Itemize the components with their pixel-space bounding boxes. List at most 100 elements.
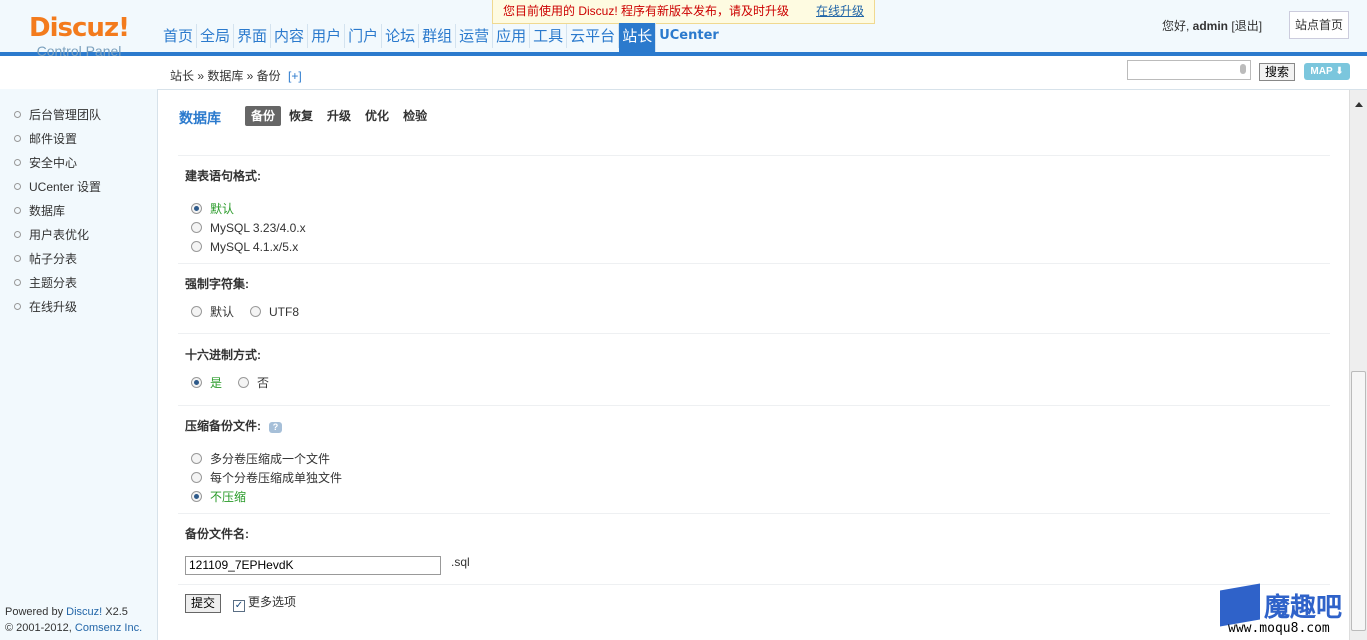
option-label: MySQL 3.23/4.0.x [210,221,306,235]
filename-input[interactable]: 121109_7EPHevdK [185,556,441,575]
radio-button[interactable] [191,377,202,388]
radio-button[interactable] [191,222,202,233]
compress-option-multi-one[interactable]: 多分卷压缩成一个文件 [191,451,330,467]
tab-optimize[interactable]: 优化 [359,106,395,126]
top-nav: 首页 全局 界面 内容 用户 门户 论坛 群组 运营 应用 工具 云平台 站长 … [160,23,722,52]
logout-link[interactable]: [退出] [1231,19,1262,33]
sql-format-label: 建表语句格式: [185,169,261,183]
sql-format-option-default[interactable]: 默认 [191,201,234,217]
nav-tools[interactable]: 工具 [530,24,568,48]
map-button[interactable]: MAP ⬇ [1304,63,1350,80]
nav-portal[interactable]: 门户 [345,24,383,48]
radio-button[interactable] [191,491,202,502]
notice-text: 您目前使用的 Discuz! 程序有新版本发布，请及时升级 [503,4,790,18]
search-button[interactable]: 搜索 [1259,63,1295,81]
sidebar-item-label: 帖子分表 [29,252,78,266]
tab-upgrade[interactable]: 升级 [321,106,357,126]
logo-subtitle: Control Panel [36,43,122,59]
radio-button[interactable] [191,472,202,483]
nav-extended[interactable]: 运营 [456,24,494,48]
help-icon[interactable]: ? [269,422,282,433]
radio-button[interactable] [191,306,202,317]
option-label: 不压缩 [210,490,247,504]
compress-option-none[interactable]: 不压缩 [191,489,246,505]
divider [178,513,1330,514]
sql-format-option-mysql41[interactable]: MySQL 4.1.x/5.x [191,239,298,255]
option-label: 是 [210,376,223,390]
microphone-icon[interactable] [1240,64,1246,74]
sidebar-item-label: UCenter 设置 [29,180,102,194]
user-info: 您好, admin [退出] [1162,17,1262,34]
sql-format-option-mysql323[interactable]: MySQL 3.23/4.0.x [191,220,306,236]
nav-cloud[interactable]: 云平台 [567,24,620,48]
nav-forum[interactable]: 论坛 [382,24,420,48]
tab-backup[interactable]: 备份 [245,106,282,126]
sidebar-item-thread-split[interactable]: 主题分表 [0,271,157,295]
sidebar-item-label: 后台管理团队 [29,108,102,122]
hex-option-yes[interactable]: 是 [191,375,222,391]
scroll-up-icon[interactable] [1355,102,1363,107]
submit-button[interactable]: 提交 [185,594,221,613]
powered-prefix: Powered by [5,606,67,618]
compress-label-text: 压缩备份文件: [185,419,261,433]
breadcrumb-bar: 站长 » 数据库 » 备份 [+] 搜索 MAP ⬇ [158,56,1367,90]
radio-button[interactable] [250,306,261,317]
search-input[interactable] [1127,60,1251,80]
sidebar-item-admin-team[interactable]: 后台管理团队 [0,103,157,127]
tab-restore[interactable]: 恢复 [283,106,319,126]
option-label: 每个分卷压缩成单独文件 [210,471,343,485]
powered-by: Powered by Discuz! X2.5 © 2001-2012, Com… [5,604,142,636]
charset-option-default[interactable]: 默认 [191,304,234,320]
add-shortcut-link[interactable]: [+] [288,69,302,83]
hex-option-no[interactable]: 否 [238,375,269,391]
sidebar-item-label: 邮件设置 [29,132,78,146]
sidebar-item-upgrade[interactable]: 在线升级 [0,295,157,319]
bullet-icon [14,303,21,310]
powered-version: X2.5 [102,606,128,618]
logo[interactable]: Discuz! Control Panel [0,0,158,59]
nav-user[interactable]: 用户 [308,24,346,48]
radio-button[interactable] [191,241,202,252]
nav-group[interactable]: 群组 [419,24,457,48]
main-content: 数据库 备份 恢复 升级 优化 检验 建表语句格式: 默认 MySQL 3.23… [158,90,1349,640]
powered-brand-link[interactable]: Discuz! [66,606,102,618]
nav-style[interactable]: 界面 [234,24,272,48]
sidebar-item-member-optimize[interactable]: 用户表优化 [0,223,157,247]
breadcrumb: 站长 » 数据库 » 备份 [+] [170,67,302,84]
nav-global[interactable]: 全局 [197,24,235,48]
tab-check[interactable]: 检验 [397,106,433,126]
option-label: 否 [257,376,270,390]
site-home-button[interactable]: 站点首页 [1289,11,1349,39]
sidebar-item-database[interactable]: 数据库 [0,199,157,223]
nav-home[interactable]: 首页 [160,24,198,48]
more-options[interactable]: ✓ 更多选项 [233,595,296,612]
filename-extension: .sql [451,555,470,569]
divider [178,155,1330,156]
sidebar-item-label: 在线升级 [29,300,78,314]
nav-content[interactable]: 内容 [271,24,309,48]
more-options-checkbox[interactable]: ✓ [233,600,245,612]
sidebar-item-label: 主题分表 [29,276,78,290]
charset-label: 强制字符集: [185,277,249,291]
company-link[interactable]: Comsenz Inc. [75,622,142,634]
sidebar-item-security[interactable]: 安全中心 [0,151,157,175]
nav-ucenter[interactable]: UCenter [656,24,722,48]
option-label: 多分卷压缩成一个文件 [210,452,331,466]
divider [178,263,1330,264]
vertical-scrollbar[interactable] [1349,90,1367,640]
hex-label: 十六进制方式: [185,348,261,362]
nav-plugin[interactable]: 应用 [493,24,531,48]
radio-button[interactable] [191,203,202,214]
sidebar-item-ucenter[interactable]: UCenter 设置 [0,175,157,199]
bullet-icon [14,159,21,166]
sidebar-item-mail[interactable]: 邮件设置 [0,127,157,151]
radio-button[interactable] [238,377,249,388]
radio-button[interactable] [191,453,202,464]
compress-option-each-separate[interactable]: 每个分卷压缩成单独文件 [191,470,342,486]
nav-founder[interactable]: 站长 [619,23,657,52]
sidebar-item-post-split[interactable]: 帖子分表 [0,247,157,271]
charset-option-utf8[interactable]: UTF8 [250,304,299,320]
option-label: UTF8 [269,305,299,319]
notice-upgrade-link[interactable]: 在线升级 [816,0,864,22]
filename-label: 备份文件名: [185,527,249,541]
